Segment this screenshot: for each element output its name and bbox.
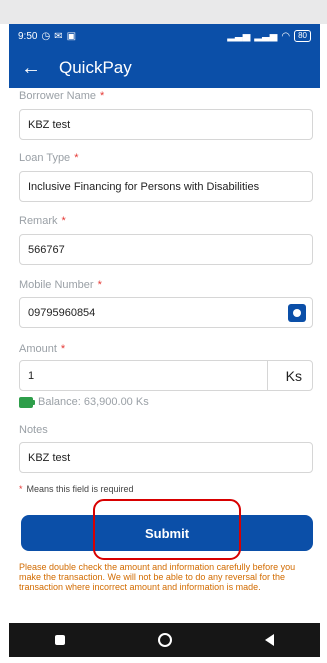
amount-field[interactable]: 1 Ks (19, 360, 313, 391)
notes-label: Notes (19, 424, 48, 436)
warning-message: Please double check the amount and infor… (19, 562, 296, 592)
borrower-name-field[interactable]: KBZ test (19, 109, 313, 140)
amount-label: Amount * (19, 343, 66, 355)
mail-icon: ✉ (54, 30, 63, 42)
balance-text: Balance: 63,900.00 Ks (38, 396, 149, 408)
back-icon[interactable] (264, 634, 274, 646)
wallet-icon (19, 396, 35, 408)
amount-divider (267, 361, 268, 390)
wifi-icon: ◠ (281, 30, 291, 42)
signal-icon: ▂▃▅ (227, 30, 251, 42)
recent-apps-icon[interactable] (55, 635, 66, 645)
remark-field[interactable]: 566767 (19, 234, 313, 265)
form-content: Borrower Name * KBZ test Loan Type * Inclu… (9, 88, 320, 623)
status-time: 9:50 (18, 30, 38, 42)
status-bar: 9:50 ◷ ✉ ▣ ▂▃▅ ▂▃▅ ◠ 80 (9, 24, 320, 48)
remark-label: Remark * (19, 215, 66, 227)
submit-highlight (93, 499, 241, 560)
system-nav-bar (9, 623, 320, 657)
loan-type-field[interactable]: Inclusive Financing for Persons with Dis… (19, 171, 313, 202)
signal-icon-2: ▂▃▅ (254, 30, 278, 42)
home-icon[interactable] (157, 633, 172, 647)
page-title: QuickPay (59, 58, 132, 77)
alarm-icon: ◷ (41, 30, 51, 42)
battery-icon: 80 (294, 30, 311, 42)
arrow-left-icon[interactable]: ← (21, 57, 45, 80)
currency-unit: Ks (285, 368, 302, 384)
contact-icon[interactable] (288, 304, 306, 322)
loan-type-label: Loan Type * (19, 152, 79, 164)
balance-row: Balance: 63,900.00 Ks (19, 396, 149, 408)
required-note: * Means this field is required (19, 484, 134, 494)
app-bar: ← QuickPay (9, 48, 320, 88)
notes-field[interactable]: KBZ test (19, 442, 313, 473)
borrower-name-label: Borrower Name * (19, 90, 105, 102)
mobile-number-field[interactable]: 09795960854 (19, 297, 313, 328)
message-icon: ▣ (66, 30, 77, 42)
mobile-number-label: Mobile Number * (19, 279, 102, 291)
top-gray-band (0, 0, 327, 24)
